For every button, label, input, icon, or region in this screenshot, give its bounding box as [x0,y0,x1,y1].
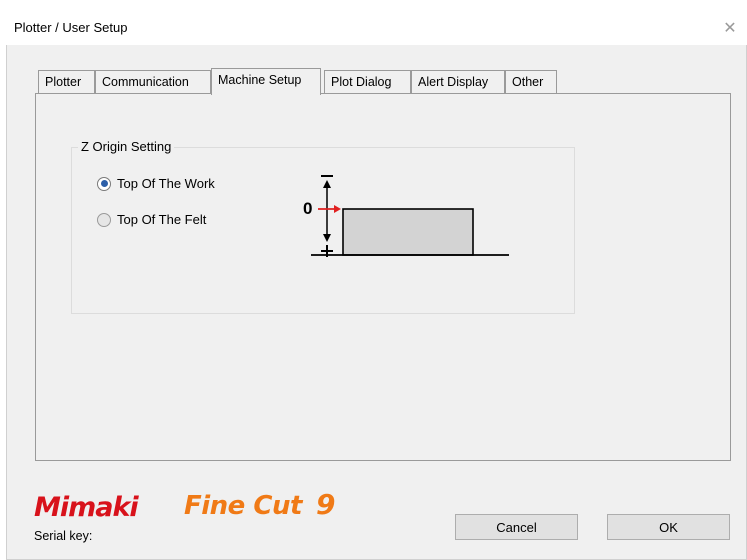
tab-other[interactable]: Other [505,70,557,94]
close-icon[interactable]: ✕ [713,10,747,45]
origin-arrowhead-icon [334,205,341,213]
ok-button[interactable]: OK [607,514,730,540]
mimaki-logo: Mimaki [34,492,139,523]
tab-communication[interactable]: Communication [95,70,211,94]
window-title: Plotter / User Setup [14,20,128,35]
tab-label: Plotter [45,75,82,89]
tab-label: Communication [102,75,189,89]
tab-label: Machine Setup [218,73,302,87]
radio-unselected-icon [97,212,111,227]
z-origin-groupbox: Z Origin Setting Top Of The Work Top Of … [71,139,575,314]
finecut-version: 9 [316,488,335,521]
radio-top-of-felt[interactable]: Top Of The Felt [97,212,206,227]
tab-plot-dialog[interactable]: Plot Dialog [324,70,411,94]
z-origin-diagram: 0 [303,175,509,257]
serial-key-label: Serial key: [34,529,93,543]
tab-machine-setup[interactable]: Machine Setup [211,68,321,95]
mimaki-finecut-logo: Mimaki Fine Cut 9 [34,488,335,523]
radio-label: Top Of The Work [117,176,215,191]
down-arrowhead-icon [323,234,331,242]
finecut-logo: Fine Cut [184,491,304,521]
zero-label: 0 [303,199,312,218]
title-bar: Plotter / User Setup ✕ [6,10,747,45]
tab-alert-display[interactable]: Alert Display [411,70,505,94]
radio-label: Top Of The Felt [117,212,207,227]
work-piece [342,208,474,256]
tab-plotter[interactable]: Plotter [38,70,95,94]
z-origin-group-label: Z Origin Setting [78,139,175,154]
tab-label: Alert Display [418,75,489,89]
tab-label: Plot Dialog [331,75,392,89]
up-arrowhead-icon [323,180,331,188]
tab-label: Other [512,75,544,89]
machine-setup-panel: Z Origin Setting Top Of The Work Top Of … [35,93,731,461]
cancel-button[interactable]: Cancel [455,514,578,540]
radio-top-of-work[interactable]: Top Of The Work [97,176,215,191]
radio-selected-icon [97,176,111,191]
